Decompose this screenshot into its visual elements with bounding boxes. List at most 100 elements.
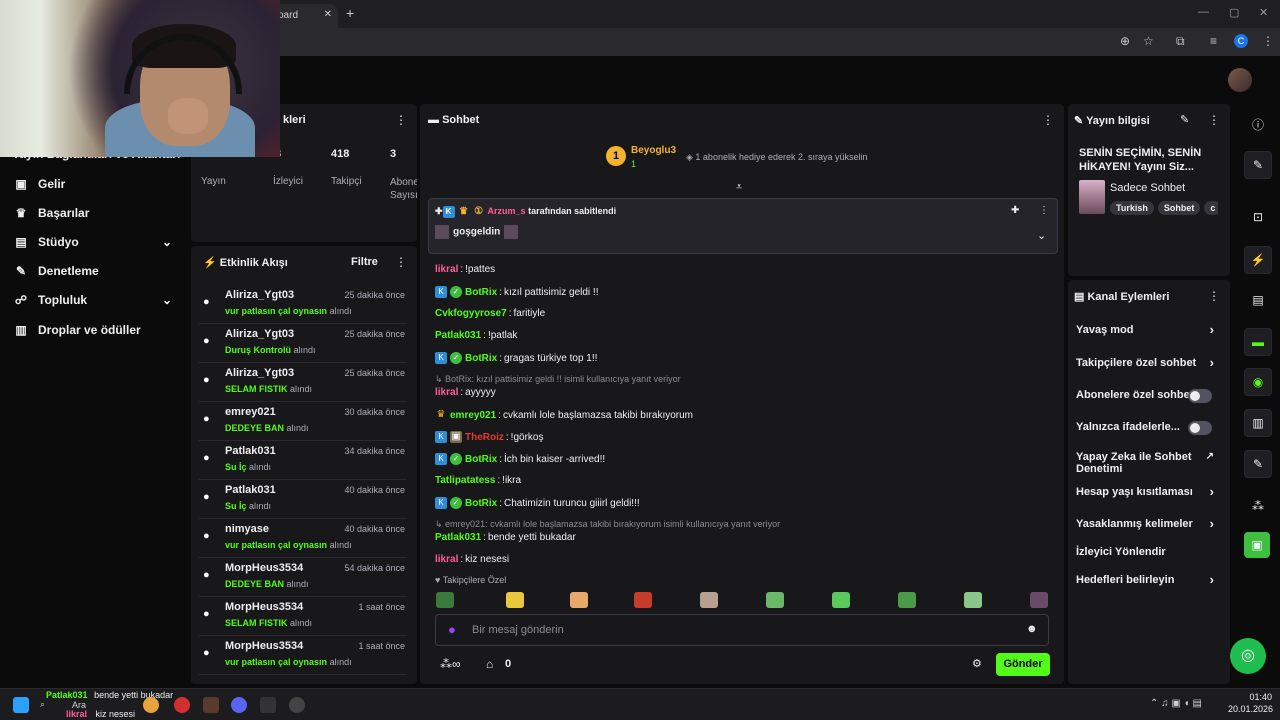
app-icon[interactable] — [203, 697, 219, 713]
emoji-icon[interactable]: ☻ — [1026, 623, 1038, 635]
category-name[interactable]: Sadece Sohbet — [1110, 182, 1185, 194]
chat-username[interactable]: likral — [435, 264, 458, 275]
nav-item-achievements[interactable]: ♛ Başarılar — [12, 203, 90, 223]
chat-message[interactable]: likral: !pattes — [435, 264, 495, 275]
emote-icon[interactable] — [898, 592, 916, 608]
channel-action-row[interactable]: Yavaş mod › — [1076, 323, 1222, 348]
chat-message[interactable]: Patlak031: bende yetti bukadar — [435, 532, 576, 543]
chat-input[interactable]: ● Bir mesaj gönderin ☻ — [435, 614, 1049, 646]
toggle-switch[interactable] — [1188, 389, 1212, 403]
send-button[interactable]: Gönder — [996, 653, 1050, 676]
tray-icons[interactable]: ⌃ ♫ ▣ ◖ ▤ — [1150, 698, 1202, 709]
maximize-icon[interactable]: ▢ — [1229, 6, 1239, 19]
more-options-icon[interactable]: ⋮ — [1039, 205, 1049, 216]
chrome-icon[interactable] — [143, 697, 159, 713]
discord-icon[interactable] — [231, 697, 247, 713]
channel-action-row[interactable]: Hesap yaşı kısıtlaması › — [1076, 485, 1222, 510]
chat-message[interactable]: Tatlipatatess: !ikra — [435, 475, 521, 486]
chat-username[interactable]: Cvkfogyyrose7 — [435, 308, 507, 319]
chevron-down-icon[interactable]: ⌄ — [1037, 229, 1046, 242]
chat-message[interactable]: Cvkfogyyrose7: faritiyle — [435, 308, 545, 319]
microphone-icon[interactable]: ● — [448, 622, 456, 637]
menu-dots-icon[interactable]: ⋮ — [1262, 34, 1274, 48]
more-options-icon[interactable]: ⋮ — [1042, 113, 1054, 127]
emote-icon[interactable] — [964, 592, 982, 608]
chat-message[interactable]: K ▣ TheRoiz: !görkoş — [435, 431, 543, 443]
emote-icon[interactable] — [766, 592, 784, 608]
broadcast-icon[interactable]: ◉ — [1244, 368, 1272, 396]
channel-action-row[interactable]: Hedefleri belirleyin › — [1076, 573, 1222, 598]
chat-username[interactable]: BotRix — [465, 498, 497, 509]
emote-icon[interactable] — [506, 592, 524, 608]
more-options-icon[interactable]: ⋮ — [1208, 113, 1220, 127]
tag[interactable]: c — [1204, 201, 1218, 215]
points-icon[interactable]: ⁂∞ — [440, 657, 461, 671]
windows-start-icon[interactable] — [13, 697, 29, 713]
edit-icon[interactable]: ✎ — [1244, 151, 1272, 179]
help-chat-button[interactable]: ◎ — [1230, 638, 1266, 674]
chat-message[interactable]: K ✓ BotRix: Chatimizin turuncu giiirl geldi… — [435, 497, 640, 509]
bolt-icon[interactable]: ⚡ — [1244, 246, 1272, 274]
emote-icon[interactable] — [1030, 592, 1048, 608]
activity-item[interactable]: ● Aliriza_Ygt03 25 dakika önce SELAM FISTIK… — [199, 364, 407, 402]
leader-name[interactable]: Beyoglu3 — [631, 145, 676, 156]
emote-icon[interactable] — [436, 592, 454, 608]
activity-item[interactable]: ● Aliriza_Ygt03 25 dakika önce Duruş Kontro… — [199, 325, 407, 363]
chat-username[interactable]: Patlak031 — [435, 532, 481, 543]
chat-bubble-icon[interactable]: ▬ — [1244, 328, 1272, 356]
points-icon[interactable]: ⁂ — [1244, 492, 1272, 520]
channel-action-row[interactable]: Yalnızca ifadelerle... — [1076, 421, 1222, 445]
media-icon[interactable]: ≡ — [1210, 34, 1217, 48]
activity-item[interactable]: ● MorpHeus3534 54 dakika önce DEDEYE BAN al… — [199, 559, 407, 597]
chat-message[interactable]: K ✓ BotRix: kızıl pattisimiz geldi !! — [435, 286, 599, 298]
close-window-icon[interactable]: ✕ — [1259, 6, 1268, 19]
close-tab-icon[interactable]: ✕ — [324, 9, 332, 20]
chat-username[interactable]: BotRix — [465, 353, 497, 364]
new-tab-button[interactable]: + — [346, 5, 354, 21]
emote-icon[interactable] — [832, 592, 850, 608]
activity-item[interactable]: ● Patlak031 40 dakika önce Su İç alındı — [199, 481, 407, 519]
layout-icon[interactable]: ▥ — [1244, 409, 1272, 437]
emote-icon[interactable] — [570, 592, 588, 608]
app-icon[interactable] — [174, 697, 190, 713]
edit-pencil-icon[interactable]: ✎ — [1180, 113, 1189, 126]
camera-icon[interactable]: ⊡ — [1244, 203, 1272, 231]
activity-item[interactable]: ● emrey021 30 dakika önce DEDEYE BAN alındı — [199, 403, 407, 441]
more-options-icon[interactable]: ⋮ — [395, 255, 407, 269]
browser-tab[interactable]: oard ✕ — [272, 4, 338, 28]
filter-button[interactable]: Filtre — [351, 256, 378, 268]
zoom-icon[interactable]: ⊕ — [1120, 34, 1130, 48]
chat-message[interactable]: likral: kiz nesesi — [435, 554, 509, 565]
obs-icon[interactable] — [289, 697, 305, 713]
user-avatar[interactable] — [1228, 68, 1252, 92]
tag[interactable]: Sohbet — [1157, 201, 1201, 215]
channel-action-row[interactable]: Abonelere özel sohbet — [1076, 389, 1222, 413]
store-icon[interactable]: ⌂ — [486, 657, 493, 671]
more-options-icon[interactable]: ⋮ — [1208, 289, 1220, 303]
nav-item-moderation[interactable]: ✎ Denetleme — [12, 261, 99, 281]
nav-item-studio[interactable]: ▤ Stüdyo ⌄ — [12, 232, 188, 252]
wrench-icon[interactable]: ✎ — [1244, 450, 1272, 478]
activity-item[interactable]: ● Aliriza_Ygt03 25 dakika önce vur patlasın… — [199, 286, 407, 324]
app-icon[interactable] — [260, 697, 276, 713]
chat-username[interactable]: TheRoiz — [465, 432, 504, 443]
chat-username[interactable]: BotRix — [465, 454, 497, 465]
document-icon[interactable]: ▤ — [1244, 286, 1272, 314]
nav-item-community[interactable]: ☍ Topluluk ⌄ — [12, 290, 188, 310]
chat-message[interactable]: Patlak031: !patlak — [435, 330, 517, 341]
channel-action-row[interactable]: Yasaklanmış kelimeler › — [1076, 517, 1222, 542]
activity-item[interactable]: ● MorpHeus3534 1 saat önce vur patlasın çal… — [199, 637, 407, 675]
chat-username[interactable]: likral — [435, 554, 458, 565]
tag[interactable]: Turkish — [1110, 201, 1154, 215]
chat-username[interactable]: likral — [435, 387, 458, 398]
chat-username[interactable]: Patlak031 — [435, 330, 481, 341]
channel-action-row[interactable]: Takipçilere özel sohbet › — [1076, 356, 1222, 381]
emote-icon[interactable] — [700, 592, 718, 608]
chat-username[interactable]: Tatlipatatess — [435, 475, 495, 486]
nav-item-revenue[interactable]: ▣ Gelir — [12, 174, 65, 194]
activity-item[interactable]: ● nimyase 40 dakika önce vur patlasın çal o… — [199, 520, 407, 558]
chat-message[interactable]: ♛ emrey021: cvkamlı lole başlamazsa takibi… — [435, 409, 694, 421]
activity-item[interactable]: ● MorpHeus3534 1 saat önce SELAM FISTIK alı… — [199, 598, 407, 636]
minimize-icon[interactable]: — — [1198, 6, 1209, 18]
channel-action-row[interactable]: Yapay Zeka ile Sohbet Denetimi ↗ — [1076, 451, 1222, 475]
